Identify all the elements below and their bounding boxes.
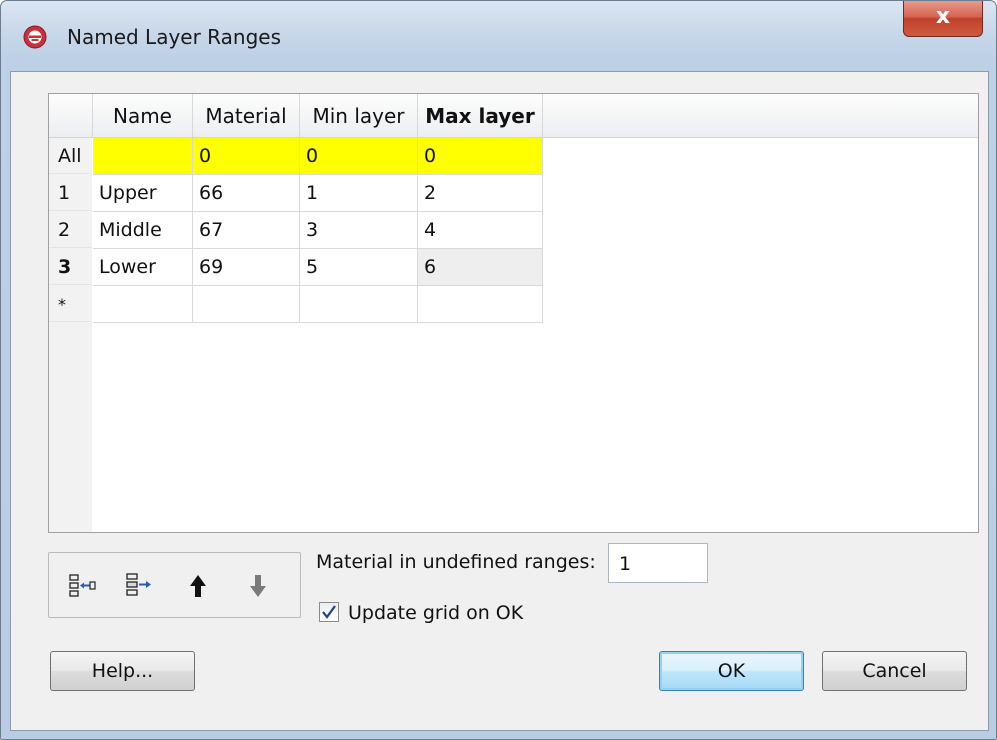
row-header-3[interactable]: 3 (49, 249, 92, 285)
cell-max-layer[interactable]: 0 (418, 138, 543, 175)
grid-corner-cell[interactable] (49, 94, 93, 137)
row-header-new[interactable]: * (49, 286, 92, 322)
cell-min-layer[interactable]: 0 (300, 138, 418, 175)
row-header-all[interactable]: All (49, 138, 92, 174)
row-toolbar (48, 552, 301, 618)
cell-max-layer[interactable]: 6 (418, 249, 543, 286)
row-header-2[interactable]: 2 (49, 212, 92, 248)
column-header-material[interactable]: Material (193, 94, 300, 137)
material-undefined-input[interactable]: 1 (608, 543, 708, 583)
cell-name[interactable] (93, 286, 193, 323)
column-header-max-layer[interactable]: Max layer (418, 94, 543, 137)
dialog-client-area: Name Material Min layer Max layer All 0 … (10, 71, 989, 731)
cell-material[interactable]: 69 (193, 249, 300, 286)
column-header-min-layer[interactable]: Min layer (300, 94, 418, 137)
cell-max-layer[interactable]: 2 (418, 175, 543, 212)
cell-max-layer[interactable] (418, 286, 543, 323)
cell-max-layer[interactable]: 4 (418, 212, 543, 249)
cell-min-layer[interactable]: 5 (300, 249, 418, 286)
close-button[interactable]: x (903, 1, 983, 37)
cell-name[interactable]: Lower (93, 249, 193, 286)
close-icon: x (935, 4, 951, 29)
row-header-1[interactable]: 1 (49, 175, 92, 211)
move-down-icon[interactable] (241, 569, 275, 603)
cell-name[interactable] (93, 138, 193, 175)
window-title: Named Layer Ranges (67, 25, 281, 49)
cancel-button[interactable]: Cancel (822, 651, 967, 691)
cell-name[interactable]: Middle (93, 212, 193, 249)
cell-material[interactable] (193, 286, 300, 323)
update-grid-label[interactable]: Update grid on OK (348, 602, 523, 624)
column-header-name[interactable]: Name (93, 94, 193, 137)
cell-material[interactable]: 0 (193, 138, 300, 175)
material-undefined-label: Material in undefined ranges: (316, 551, 596, 573)
title-bar[interactable]: Named Layer Ranges x (1, 1, 996, 71)
app-icon (23, 25, 47, 49)
cell-min-layer[interactable] (300, 286, 418, 323)
help-button[interactable]: Help... (50, 651, 195, 691)
cell-material[interactable]: 67 (193, 212, 300, 249)
add-row-icon[interactable] (122, 569, 156, 603)
grid-header-row: Name Material Min layer Max layer (49, 94, 978, 138)
ok-button[interactable]: OK (659, 651, 804, 691)
insert-row-icon[interactable] (63, 569, 97, 603)
cell-material[interactable]: 66 (193, 175, 300, 212)
layer-ranges-grid[interactable]: Name Material Min layer Max layer All 0 … (48, 93, 979, 533)
cell-name[interactable]: Upper (93, 175, 193, 212)
cell-min-layer[interactable]: 1 (300, 175, 418, 212)
update-grid-checkbox[interactable] (319, 602, 339, 622)
move-up-icon[interactable] (181, 569, 215, 603)
dialog-window: Named Layer Ranges x Name Material Min l… (0, 0, 997, 740)
checkmark-icon (322, 605, 336, 619)
cell-min-layer[interactable]: 3 (300, 212, 418, 249)
